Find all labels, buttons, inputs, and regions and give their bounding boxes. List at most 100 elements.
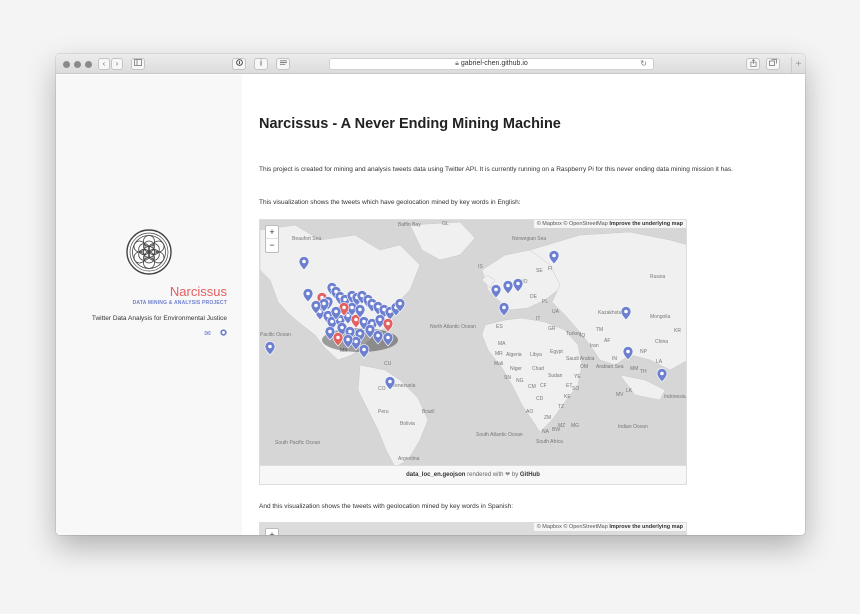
- close-window-button[interactable]: [63, 61, 70, 68]
- label-namibia: NA: [542, 429, 550, 435]
- label-mongolia: Mongolia: [650, 314, 671, 320]
- tweet-marker-glyph: [376, 333, 380, 338]
- share-button[interactable]: [746, 58, 760, 70]
- label-greece: GR: [548, 326, 556, 332]
- label-russia: Russia: [650, 274, 666, 280]
- url-text: gabriel-chen.github.io: [460, 60, 528, 67]
- label-drc: CD: [536, 396, 544, 402]
- label-thailand: TH: [640, 369, 647, 375]
- world-map-canvas[interactable]: Beaufort Sea Baffin Bay GL Norwegian Sea…: [260, 220, 687, 466]
- map1-caption: This visualization shows the tweets whic…: [259, 199, 521, 206]
- zoom-out-button[interactable]: −: [266, 239, 278, 252]
- privacy-shield-button[interactable]: [232, 58, 246, 70]
- spanish-tweets-map[interactable]: + © Mapbox © OpenStreetMap Improve the u…: [259, 522, 687, 535]
- address-bar[interactable]: 🔒︎ gabriel-chen.github.io ↻: [329, 58, 654, 70]
- label-indonesia: Indonesia: [664, 394, 686, 400]
- minimize-window-button[interactable]: [74, 61, 81, 68]
- label-myanmar: MM: [630, 366, 638, 372]
- label-indian-ocean: Indian Ocean: [618, 424, 648, 430]
- label-bolivia: Bolivia: [400, 421, 415, 427]
- info-icon: [260, 59, 262, 66]
- tweet-marker-glyph: [360, 293, 364, 298]
- tweet-marker-glyph: [302, 259, 306, 264]
- zoom-control[interactable]: + −: [265, 225, 279, 253]
- email-icon[interactable]: ✉: [204, 329, 211, 338]
- label-pacific-ocean: Pacific Ocean: [260, 332, 291, 338]
- label-korea: KR: [674, 328, 681, 334]
- tweet-marker-glyph: [268, 344, 272, 349]
- lock-icon: 🔒︎: [455, 60, 459, 67]
- narcissus-logo-icon: [126, 229, 172, 275]
- zoom-in-button[interactable]: +: [266, 226, 278, 239]
- tweet-marker-glyph: [326, 313, 330, 318]
- page-title: Narcissus - A Never Ending Mining Machin…: [259, 116, 561, 132]
- tweet-marker-glyph: [340, 325, 344, 330]
- label-kazakhstan: Kazakhstan: [598, 310, 624, 316]
- tweet-marker-glyph: [314, 303, 318, 308]
- label-india: IN: [612, 356, 617, 362]
- label-yemen: YE: [574, 374, 581, 380]
- tweet-marker-glyph: [358, 307, 362, 312]
- tweet-marker-glyph: [388, 309, 392, 314]
- tweet-marker-glyph: [368, 327, 372, 332]
- back-button[interactable]: ‹: [98, 58, 110, 70]
- improve-map-link[interactable]: Improve the underlying map: [609, 221, 683, 227]
- label-central-african: CF: [540, 383, 547, 389]
- label-madagascar: MG: [571, 423, 579, 429]
- label-tanzania: TZ: [558, 404, 564, 410]
- reader-button[interactable]: [276, 58, 290, 70]
- tweet-marker-glyph: [494, 287, 498, 292]
- tweet-marker-glyph: [354, 339, 358, 344]
- label-turkmenistan: TM: [596, 327, 603, 333]
- info-button[interactable]: [254, 58, 268, 70]
- github-icon[interactable]: [220, 329, 227, 338]
- tweet-marker-glyph: [358, 331, 362, 336]
- tweet-marker-glyph: [626, 349, 630, 354]
- browser-toolbar: ‹ › 🔒︎ gabriel-chen.github.io ↻ +: [56, 54, 805, 74]
- label-sweden: SE: [536, 268, 543, 274]
- site-subtitle: DATA MINING & ANALYSIS PROJECT: [132, 300, 227, 306]
- new-tab-button[interactable]: +: [791, 57, 805, 73]
- tweet-marker-glyph: [330, 319, 334, 324]
- tabs-overview-button[interactable]: [766, 58, 780, 70]
- heart-icon: ❤: [505, 472, 511, 478]
- english-tweets-map[interactable]: Beaufort Sea Baffin Bay GL Norwegian Sea…: [259, 219, 687, 466]
- sidebar: Narcissus DATA MINING & ANALYSIS PROJECT…: [56, 75, 242, 535]
- label-colombia: CO: [378, 386, 386, 392]
- label-spain: ES: [496, 324, 503, 330]
- tweet-marker-glyph: [328, 329, 332, 334]
- map-attribution: © Mapbox © OpenStreetMap Improve the und…: [533, 220, 686, 228]
- label-laos: LA: [656, 359, 663, 365]
- footer-by-text: by: [511, 472, 519, 478]
- social-links: ✉: [204, 329, 227, 338]
- geojson-file-link[interactable]: data_loc_en.geojson: [406, 472, 465, 478]
- zoom-control[interactable]: +: [265, 528, 279, 535]
- label-brazil: Brazil: [422, 409, 435, 415]
- label-zambia: ZM: [544, 415, 551, 421]
- footer-rendered-text: rendered with: [467, 472, 504, 478]
- maximize-window-button[interactable]: [85, 61, 92, 68]
- label-nigeria: NG: [516, 378, 524, 384]
- tweet-marker-glyph: [362, 347, 366, 352]
- forward-button[interactable]: ›: [111, 58, 123, 70]
- label-finland: FI: [548, 266, 552, 272]
- tweet-marker-glyph: [386, 321, 390, 326]
- tweet-marker-glyph: [346, 337, 350, 342]
- label-sudan: Sudan: [548, 373, 563, 379]
- label-north-atlantic-ocean: North Atlantic Ocean: [430, 324, 476, 330]
- label-venezuela: Venezuela: [392, 383, 416, 389]
- tweet-marker-glyph: [346, 313, 350, 318]
- main-content: Narcissus - A Never Ending Mining Machin…: [242, 75, 805, 535]
- label-bahrain: BW: [552, 427, 560, 433]
- improve-map-link[interactable]: Improve the underlying map: [609, 524, 683, 530]
- zoom-in-button[interactable]: +: [266, 529, 278, 535]
- reload-icon[interactable]: ↻: [640, 59, 647, 69]
- label-mali: Mali: [494, 361, 503, 367]
- site-name[interactable]: Narcissus: [170, 284, 227, 299]
- label-niger: Niger: [510, 366, 522, 372]
- tweet-marker-glyph: [398, 301, 402, 306]
- github-link[interactable]: GitHub: [520, 472, 540, 478]
- reader-icon: [279, 60, 287, 65]
- tweet-marker-glyph: [660, 371, 664, 376]
- sidebar-toggle-button[interactable]: [131, 58, 145, 70]
